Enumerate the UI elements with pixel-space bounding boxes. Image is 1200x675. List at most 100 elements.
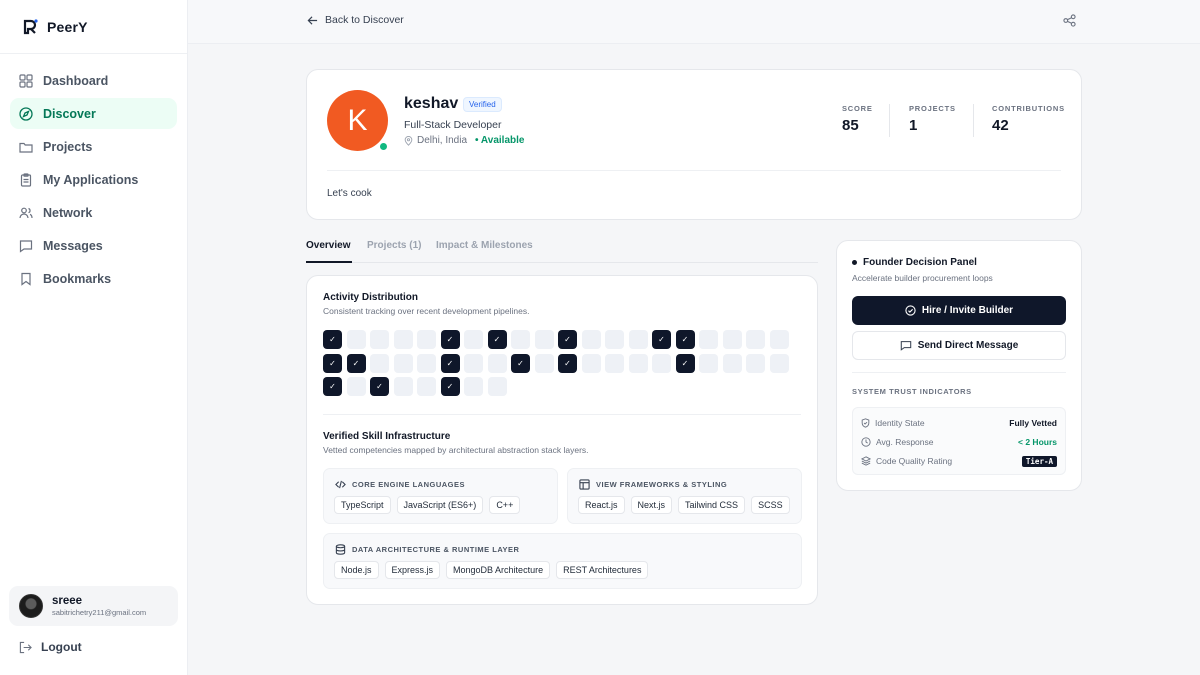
activity-cell <box>487 353 507 373</box>
trust-value: < 2 Hours <box>1018 437 1057 447</box>
skill-chip: React.js <box>578 496 625 514</box>
trust-indicators-heading: SYSTEM TRUST INDICATORS <box>852 387 972 396</box>
compass-icon <box>19 106 33 121</box>
activity-cell <box>699 330 718 349</box>
activity-cell <box>628 330 648 349</box>
activity-cell <box>652 353 671 373</box>
skill-chip: C++ <box>489 496 521 514</box>
tab-impact-milestones[interactable]: Impact & Milestones <box>436 240 533 251</box>
profile-card: K keshav Verified Full-Stack Developer D… <box>306 69 1082 220</box>
sidebar-item-messages[interactable]: Messages <box>10 230 177 261</box>
trust-key-label: Avg. Response <box>876 437 934 447</box>
activity-cell <box>746 330 765 349</box>
bookmark-icon <box>21 272 31 286</box>
availability-text: Available <box>480 135 525 146</box>
logout-button[interactable]: Logout <box>19 640 82 654</box>
activity-cell <box>417 353 436 373</box>
stat-value: 1 <box>909 117 918 134</box>
activity-cell <box>581 353 601 373</box>
profile-name: keshav <box>404 95 459 112</box>
activity-cell <box>393 353 413 373</box>
activity-cell-active: ✓ <box>323 353 342 373</box>
skill-chip: TypeScript <box>334 496 391 514</box>
trust-row-code-quality: Code Quality Rating Tier-A <box>861 454 1057 468</box>
activity-cell-active: ✓ <box>323 377 342 396</box>
activity-cell <box>370 353 389 373</box>
sidebar-item-label: Dashboard <box>43 73 109 88</box>
sidebar-item-label: Messages <box>43 238 103 253</box>
trust-key-label: Code Quality Rating <box>876 456 953 466</box>
database-icon <box>335 544 346 555</box>
activity-cell <box>722 353 742 373</box>
stat-divider <box>973 104 974 137</box>
stat-label: SCORE <box>842 104 873 113</box>
sidebar-item-label: Network <box>43 205 93 220</box>
hire-invite-button[interactable]: Hire / Invite Builder <box>852 296 1066 325</box>
profile-tabs: Overview Projects (1) Impact & Milestone… <box>306 236 818 263</box>
activity-cell <box>464 377 483 396</box>
skill-group-view-frameworks: VIEW FRAMEWORKS & STYLING React.js Next.… <box>567 468 802 524</box>
layout-icon <box>579 479 590 490</box>
arrow-left-icon <box>307 15 318 25</box>
tab-overview[interactable]: Overview <box>306 240 350 251</box>
founder-decision-panel: Founder Decision Panel Accelerate builde… <box>836 240 1082 491</box>
stat-divider <box>889 104 890 137</box>
sidebar-item-label: Bookmarks <box>43 271 112 286</box>
sidebar-item-discover[interactable]: Discover <box>10 98 177 129</box>
brand[interactable]: PeerY <box>0 0 187 54</box>
activity-cell <box>722 330 742 349</box>
sidebar-item-dashboard[interactable]: Dashboard <box>10 65 177 96</box>
sidebar-item-my-applications[interactable]: My Applications <box>10 164 177 195</box>
skill-group-title: DATA ARCHITECTURE & RUNTIME LAYER <box>352 545 520 554</box>
sidebar-item-projects[interactable]: Projects <box>10 131 177 162</box>
activity-subtitle: Consistent tracking over recent developm… <box>323 306 530 316</box>
divider <box>852 372 1066 373</box>
stat-label: CONTRIBUTIONS <box>992 104 1065 113</box>
logout-label: Logout <box>41 640 82 654</box>
stat-projects: PROJECTS 1 <box>909 104 956 134</box>
avatar <box>19 594 43 618</box>
sidebar-item-network[interactable]: Network <box>10 197 177 228</box>
profile-location: Delhi, India <box>404 135 467 146</box>
chip-row: TypeScript JavaScript (ES6+) C++ <box>334 496 521 514</box>
activity-cell <box>746 353 765 373</box>
activity-cell-active: ✓ <box>440 353 460 373</box>
share-button[interactable] <box>1063 14 1076 32</box>
tab-projects[interactable]: Projects (1) <box>367 240 421 251</box>
dashboard-icon <box>19 73 33 88</box>
trust-key-label: Identity State <box>875 418 925 428</box>
activity-cell <box>393 330 413 349</box>
sidebar-nav: Dashboard Discover Projects My Applicati… <box>0 54 187 307</box>
skill-group-header: VIEW FRAMEWORKS & STYLING <box>579 479 727 490</box>
availability-status: • Available <box>475 135 525 146</box>
activity-cell <box>464 330 483 349</box>
activity-cell <box>581 330 601 349</box>
send-direct-message-button[interactable]: Send Direct Message <box>852 331 1066 360</box>
online-status-dot <box>378 141 389 152</box>
sidebar: PeerY Dashboard Discover Projects My App… <box>0 0 188 675</box>
skill-chip: REST Architectures <box>556 561 649 579</box>
stat-label: PROJECTS <box>909 104 956 113</box>
user-card[interactable]: sreee sabitrichetry211@gmail.com <box>9 586 178 626</box>
activity-cell <box>393 377 413 396</box>
activity-cell-active: ✓ <box>675 353 695 373</box>
activity-cell <box>628 353 648 373</box>
skills-title: Verified Skill Infrastructure <box>323 431 451 442</box>
shield-icon <box>861 418 870 428</box>
divider <box>327 170 1061 171</box>
trust-row-identity: Identity State Fully Vetted <box>861 416 1057 430</box>
skill-group-data-architecture: DATA ARCHITECTURE & RUNTIME LAYER Node.j… <box>323 533 802 589</box>
profile-bio: Let's cook <box>327 188 372 199</box>
activity-cell-active: ✓ <box>346 353 366 373</box>
activity-cell-active: ✓ <box>652 330 671 349</box>
activity-cell <box>534 353 554 373</box>
trust-key: Avg. Response <box>861 437 934 447</box>
sidebar-item-bookmarks[interactable]: Bookmarks <box>10 263 177 294</box>
skill-group-header: DATA ARCHITECTURE & RUNTIME LAYER <box>335 544 519 555</box>
trust-indicators-box: Identity State Fully Vetted Avg. Respons… <box>852 407 1066 475</box>
skill-chip: Next.js <box>630 496 673 514</box>
stat-value: 42 <box>992 117 1009 134</box>
trust-key: Identity State <box>861 418 925 428</box>
users-icon <box>19 207 33 218</box>
back-to-discover-link[interactable]: Back to Discover <box>307 14 404 26</box>
